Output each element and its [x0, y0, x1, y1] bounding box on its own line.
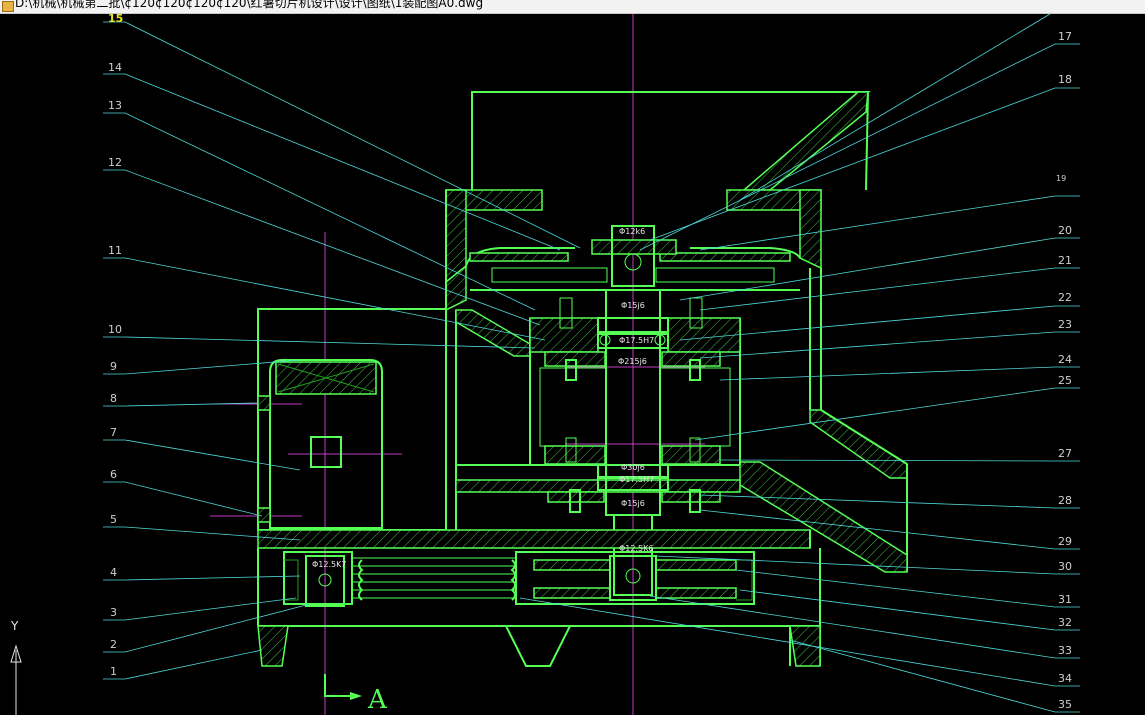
dim-label: Φ17.5H7 [619, 475, 654, 484]
part-number: 18 [1058, 73, 1072, 86]
part-number: 13 [108, 99, 122, 112]
dim-label: Φ17.5H7 [619, 336, 654, 345]
hopper [471, 91, 871, 191]
dimension-labels: Φ12k6 Φ15j6 Φ17.5H7 Φ215j6 Φ30j6 Φ17.5H7… [312, 227, 654, 569]
part-number: 23 [1058, 318, 1072, 331]
part-number: 24 [1058, 353, 1072, 366]
part-number: 34 [1058, 672, 1072, 685]
part-number: 29 [1058, 535, 1072, 548]
part-number: 17 [1058, 30, 1072, 43]
ucs-icon: Y [10, 619, 22, 715]
dim-label: Φ15j6 [621, 499, 645, 508]
part-number: 8 [110, 392, 117, 405]
part-number: 30 [1058, 560, 1072, 573]
dim-label: Φ215j6 [618, 357, 647, 366]
part-number: 28 [1058, 494, 1072, 507]
part-number: 7 [110, 426, 117, 439]
part-number: 32 [1058, 616, 1072, 629]
belt-drive [284, 555, 753, 607]
part-number: 31 [1058, 593, 1072, 606]
window-title-bar[interactable]: D:\机械\机械第二批\¢120¢120¢120¢120\红薯切片机设计\设计\… [0, 0, 1145, 14]
part-number: 14 [108, 61, 122, 74]
part-number: 5 [110, 513, 117, 526]
part-number: 25 [1058, 374, 1072, 387]
part-numbers-left: 15 14 13 12 11 10 9 8 7 6 5 4 3 2 1 [108, 14, 123, 678]
dim-label: Φ15j6 [621, 301, 645, 310]
part-number: 15 [108, 14, 123, 25]
dim-label: Φ12.5K6 [619, 544, 653, 553]
dwg-file-icon [2, 1, 14, 12]
part-number: 22 [1058, 291, 1072, 304]
part-number: 20 [1058, 224, 1072, 237]
window-title: D:\机械\机械第二批\¢120¢120¢120¢120\红薯切片机设计\设计\… [15, 0, 484, 10]
part-number: 12 [108, 156, 122, 169]
part-number: 33 [1058, 644, 1072, 657]
part-number: 2 [110, 638, 117, 651]
part-number: 6 [110, 468, 117, 481]
motor-assembly [257, 308, 447, 545]
part-number: 10 [108, 323, 122, 336]
ucs-y-label: Y [10, 619, 19, 633]
part-number: 35 [1058, 698, 1072, 711]
part-number: 3 [110, 606, 117, 619]
drawing-canvas[interactable]: A Y Φ12k6 Φ15j6 Φ17.5H7 Φ215j6 Φ30j6 Φ17… [0, 14, 1145, 715]
part-number: 21 [1058, 254, 1072, 267]
part-number: 1 [110, 665, 117, 678]
section-marker-a: A [324, 674, 388, 715]
part-number: 9 [110, 360, 117, 373]
dim-label: Φ12k6 [619, 227, 645, 236]
dim-label: Φ12.5K7 [312, 560, 346, 569]
part-number: 11 [108, 244, 122, 257]
part-number: 19 [1056, 174, 1066, 183]
part-number: 4 [110, 566, 117, 579]
dim-label: Φ30j6 [621, 463, 645, 472]
part-numbers-right: 17 18 19 20 21 22 23 24 25 27 28 29 30 3… [1056, 30, 1072, 711]
part-number: 27 [1058, 447, 1072, 460]
assembly-drawing: A Y Φ12k6 Φ15j6 Φ17.5H7 Φ215j6 Φ30j6 Φ17… [10, 14, 1080, 715]
section-label: A [367, 685, 388, 715]
